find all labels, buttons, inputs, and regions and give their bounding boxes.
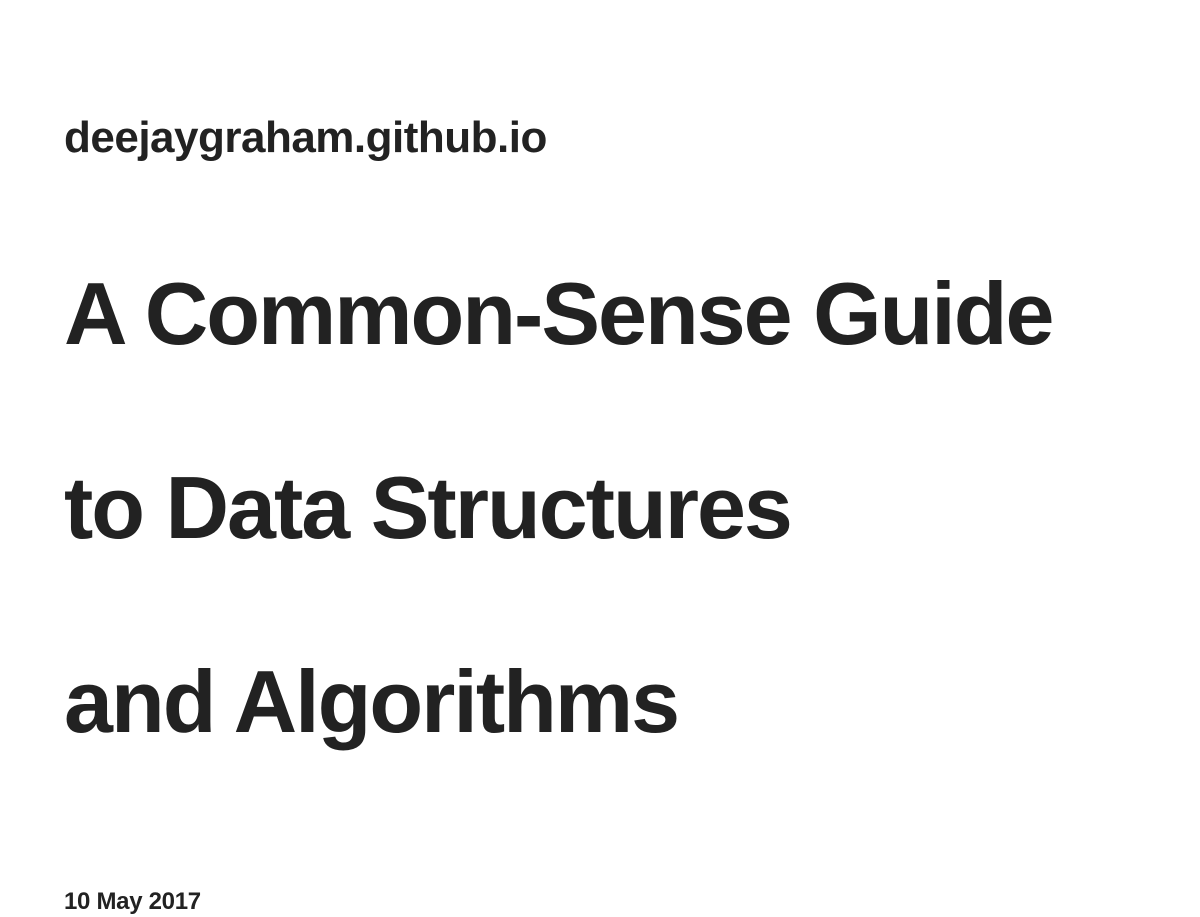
post-title-line: to Data Structures	[64, 458, 793, 557]
social-card: deejaygraham.github.io A Common-Sense Gu…	[64, 108, 1164, 917]
site-name: deejaygraham.github.io	[64, 113, 547, 162]
post-title-line: A Common-Sense Guide	[64, 264, 1054, 363]
post-title: A Common-Sense Guide to Data Structures …	[64, 168, 1164, 847]
post-date: 10 May 2017	[64, 888, 201, 915]
post-title-line: and Algorithms	[64, 652, 680, 751]
